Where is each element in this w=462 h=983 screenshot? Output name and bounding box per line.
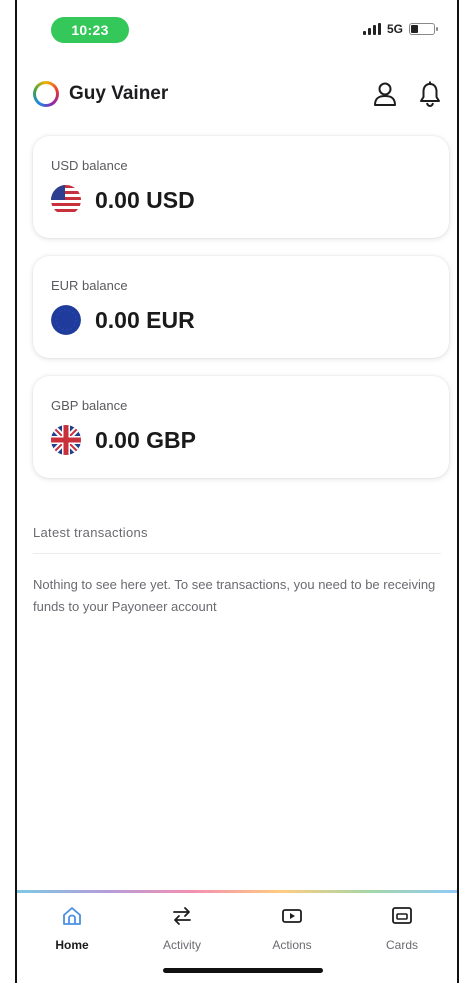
balance-card-eur[interactable]: EUR balance 0.00 EUR [33, 256, 449, 358]
balance-amount-row: 0.00 GBP [51, 425, 431, 455]
status-bar: 10:23 5G [17, 0, 457, 60]
divider [33, 553, 441, 554]
actions-icon [281, 905, 303, 930]
avatar[interactable] [33, 81, 59, 107]
signal-icon [362, 23, 381, 35]
nav-home[interactable]: Home [17, 893, 127, 963]
balance-label: USD balance [51, 158, 128, 173]
bottom-nav: Home Activity Actions Cards [17, 893, 457, 963]
home-indicator [163, 968, 323, 973]
status-time: 10:23 [51, 17, 129, 43]
balance-amount: 0.00 GBP [95, 426, 196, 453]
status-indicators: 5G [362, 22, 438, 36]
nav-label: Activity [162, 938, 201, 952]
nav-label: Home [55, 938, 89, 952]
balance-card-gbp[interactable]: GBP balance 0.00 GBP [33, 376, 449, 478]
nav-label: Cards [385, 938, 418, 952]
home-icon [61, 905, 83, 930]
eu-flag-icon [51, 305, 81, 335]
header-actions [373, 81, 441, 107]
cards-icon [391, 905, 413, 930]
network-label: 5G [386, 22, 403, 36]
app-header: Guy Vainer [33, 74, 441, 114]
balance-amount-row: 0.00 USD [51, 185, 431, 215]
balance-card-usd[interactable]: USD balance 0.00 USD [33, 136, 449, 238]
us-flag-icon [51, 185, 81, 215]
user-name[interactable]: Guy Vainer [69, 83, 168, 105]
nav-actions[interactable]: Actions [237, 893, 347, 963]
phone-screen: 10:23 5G Guy Vainer USD balance 0.00 USD… [15, 0, 459, 983]
nav-activity[interactable]: Activity [127, 893, 237, 963]
profile-icon[interactable] [373, 81, 397, 107]
transactions-empty-message: Nothing to see here yet. To see transact… [33, 577, 436, 614]
transfer-arrows-icon [171, 905, 193, 930]
balance-label: GBP balance [51, 398, 128, 413]
nav-cards[interactable]: Cards [347, 893, 457, 963]
latest-transactions-title: Latest transactions [33, 525, 148, 540]
nav-label: Actions [272, 938, 312, 952]
uk-flag-icon [51, 425, 81, 455]
battery-icon [409, 23, 438, 35]
balance-amount: 0.00 USD [95, 186, 195, 213]
bell-icon[interactable] [419, 81, 441, 107]
balance-label: EUR balance [51, 278, 128, 293]
balance-amount-row: 0.00 EUR [51, 305, 431, 335]
balance-amount: 0.00 EUR [95, 306, 195, 333]
